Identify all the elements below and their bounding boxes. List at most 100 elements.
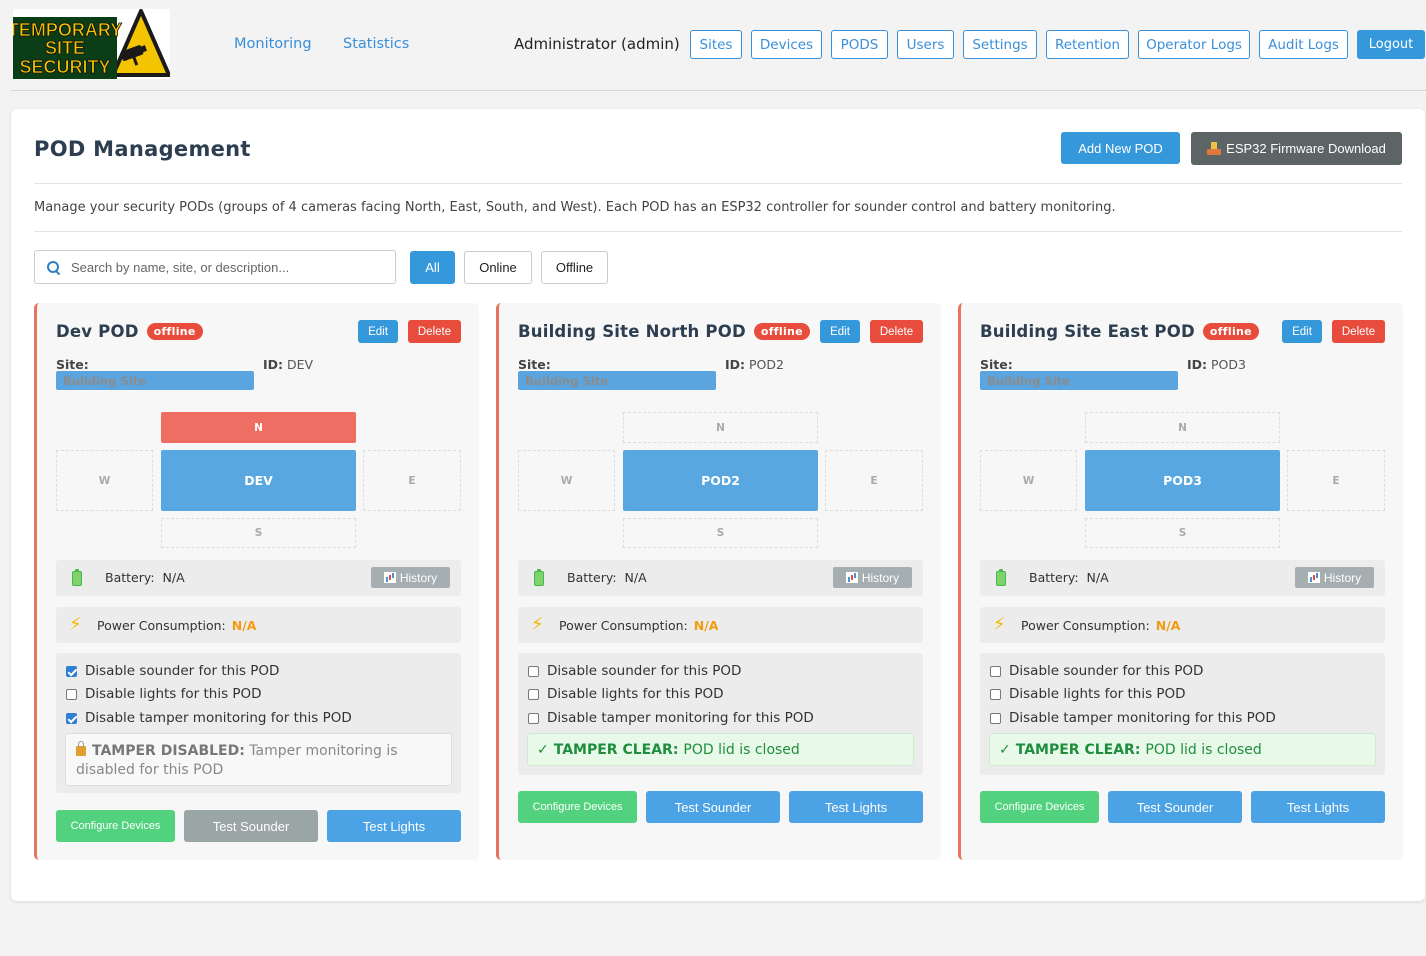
nav-monitoring[interactable]: Monitoring <box>234 36 312 52</box>
disable-tamper-checkbox[interactable] <box>66 712 77 724</box>
edit-pod-button[interactable]: Edit <box>820 320 860 343</box>
disable-tamper-option[interactable]: Disable tamper monitoring for this POD <box>990 710 1276 726</box>
app-header: TEMPORARY SITE SECURITY Monitoring Stati… <box>0 0 1426 90</box>
configure-devices-button[interactable]: Configure Devices <box>518 791 637 823</box>
disable-lights-option[interactable]: Disable lights for this POD <box>66 686 262 702</box>
site-label: Site: <box>56 357 89 372</box>
disable-sounder-checkbox[interactable] <box>990 665 1001 677</box>
test-sounder-button[interactable]: Test Sounder <box>1108 791 1242 823</box>
operator-logs-button[interactable]: Operator Logs <box>1138 30 1250 59</box>
search-input[interactable] <box>71 259 381 275</box>
site-logo[interactable]: TEMPORARY SITE SECURITY <box>13 9 170 79</box>
filter-offline[interactable]: Offline <box>541 251 608 284</box>
pods-button[interactable]: PODS <box>831 30 888 59</box>
history-label: History <box>1323 570 1362 585</box>
disable-lights-checkbox[interactable] <box>990 688 1001 700</box>
configure-devices-button[interactable]: Configure Devices <box>980 791 1099 823</box>
battery-value: N/A <box>1086 570 1109 585</box>
audit-logs-button[interactable]: Audit Logs <box>1259 30 1348 59</box>
camera-east[interactable]: E <box>363 450 461 511</box>
firmware-download-button[interactable]: ESP32 Firmware Download <box>1191 132 1402 165</box>
disable-lights-option[interactable]: Disable lights for this POD <box>528 686 724 702</box>
pod-center: POD3 <box>1085 450 1280 511</box>
disable-sounder-label: Disable sounder for this POD <box>547 663 742 679</box>
site-value: Building Site <box>980 371 1178 390</box>
site-label: Site: <box>980 357 1013 372</box>
pod-options: Disable sounder for this POD Disable lig… <box>518 653 923 775</box>
pod-id-value: POD3 <box>1211 357 1246 372</box>
pod-id-value: POD2 <box>749 357 784 372</box>
battery-icon <box>534 569 544 586</box>
disable-tamper-checkbox[interactable] <box>990 712 1001 724</box>
camera-east[interactable]: E <box>825 450 923 511</box>
delete-pod-button[interactable]: Delete <box>1332 320 1385 343</box>
devices-button[interactable]: Devices <box>751 30 822 59</box>
retention-button[interactable]: Retention <box>1046 30 1129 59</box>
users-button[interactable]: Users <box>897 30 954 59</box>
pod-card: Building Site East POD offline Edit Dele… <box>958 303 1403 860</box>
delete-pod-button[interactable]: Delete <box>408 320 461 343</box>
camera-west[interactable]: W <box>980 450 1077 511</box>
disable-tamper-checkbox[interactable] <box>528 712 539 724</box>
camera-south[interactable]: S <box>1085 518 1280 548</box>
pod-id: ID: POD3 <box>1187 357 1246 372</box>
chart-icon <box>1307 572 1320 583</box>
firmware-download-label: ESP32 Firmware Download <box>1226 141 1386 156</box>
pod-title-row: Building Site East POD offline <box>980 322 1259 341</box>
tamper-status: TAMPER DISABLED: Tamper monitoring is di… <box>65 733 452 786</box>
user-label: Administrator (admin) <box>514 35 680 53</box>
settings-button[interactable]: Settings <box>963 30 1037 59</box>
test-sounder-button[interactable]: Test Sounder <box>646 791 780 823</box>
add-pod-button[interactable]: Add New POD <box>1061 132 1180 164</box>
disable-sounder-checkbox[interactable] <box>66 665 77 677</box>
svg-text:TEMPORARY: TEMPORARY <box>13 20 122 40</box>
battery-history-button[interactable]: History <box>1295 567 1374 588</box>
disable-lights-checkbox[interactable] <box>66 688 77 700</box>
disable-lights-label: Disable lights for this POD <box>1009 686 1186 702</box>
nav-statistics[interactable]: Statistics <box>343 36 409 52</box>
battery-history-button[interactable]: History <box>833 567 912 588</box>
test-lights-button[interactable]: Test Lights <box>1251 791 1385 823</box>
pod-id-value: DEV <box>287 357 314 372</box>
disable-sounder-option[interactable]: Disable sounder for this POD <box>528 663 741 679</box>
page-title: POD Management <box>34 137 251 161</box>
disable-lights-checkbox[interactable] <box>528 688 539 700</box>
check-icon: ✓ <box>999 741 1011 758</box>
disable-sounder-checkbox[interactable] <box>528 665 539 677</box>
configure-devices-button[interactable]: Configure Devices <box>56 810 175 842</box>
camera-north[interactable]: N <box>161 412 356 443</box>
site-value: Building Site <box>518 371 716 390</box>
battery-history-button[interactable]: History <box>371 567 450 588</box>
disable-sounder-option[interactable]: Disable sounder for this POD <box>66 663 279 679</box>
filter-online[interactable]: Online <box>464 251 532 284</box>
disable-tamper-option[interactable]: Disable tamper monitoring for this POD <box>66 710 352 726</box>
disable-lights-option[interactable]: Disable lights for this POD <box>990 686 1186 702</box>
camera-north[interactable]: N <box>1085 412 1280 443</box>
power-row: ⚡ Power Consumption: N/A <box>56 607 461 643</box>
camera-east[interactable]: E <box>1287 450 1385 511</box>
camera-south[interactable]: S <box>623 518 818 548</box>
disable-sounder-option[interactable]: Disable sounder for this POD <box>990 663 1203 679</box>
battery-row: Battery: N/A History <box>518 560 923 596</box>
svg-text:SITE: SITE <box>45 38 85 58</box>
test-lights-button[interactable]: Test Lights <box>789 791 923 823</box>
site-value: Building Site <box>56 371 254 390</box>
pod-id-label: ID: <box>725 357 746 372</box>
camera-south[interactable]: S <box>161 518 356 548</box>
power-label: Power Consumption: <box>559 618 688 633</box>
edit-pod-button[interactable]: Edit <box>1282 320 1322 343</box>
disable-tamper-option[interactable]: Disable tamper monitoring for this POD <box>528 710 814 726</box>
delete-pod-button[interactable]: Delete <box>870 320 923 343</box>
logout-button[interactable]: Logout <box>1357 30 1425 59</box>
filter-all[interactable]: All <box>410 251 455 284</box>
camera-west[interactable]: W <box>518 450 615 511</box>
test-sounder-button[interactable]: Test Sounder <box>184 810 318 842</box>
power-text: Power Consumption: N/A <box>559 618 718 633</box>
camera-north[interactable]: N <box>623 412 818 443</box>
lock-icon <box>76 741 86 756</box>
camera-west[interactable]: W <box>56 450 153 511</box>
test-lights-button[interactable]: Test Lights <box>327 810 461 842</box>
sites-button[interactable]: Sites <box>690 30 742 59</box>
edit-pod-button[interactable]: Edit <box>358 320 398 343</box>
status-badge: offline <box>1202 323 1259 340</box>
